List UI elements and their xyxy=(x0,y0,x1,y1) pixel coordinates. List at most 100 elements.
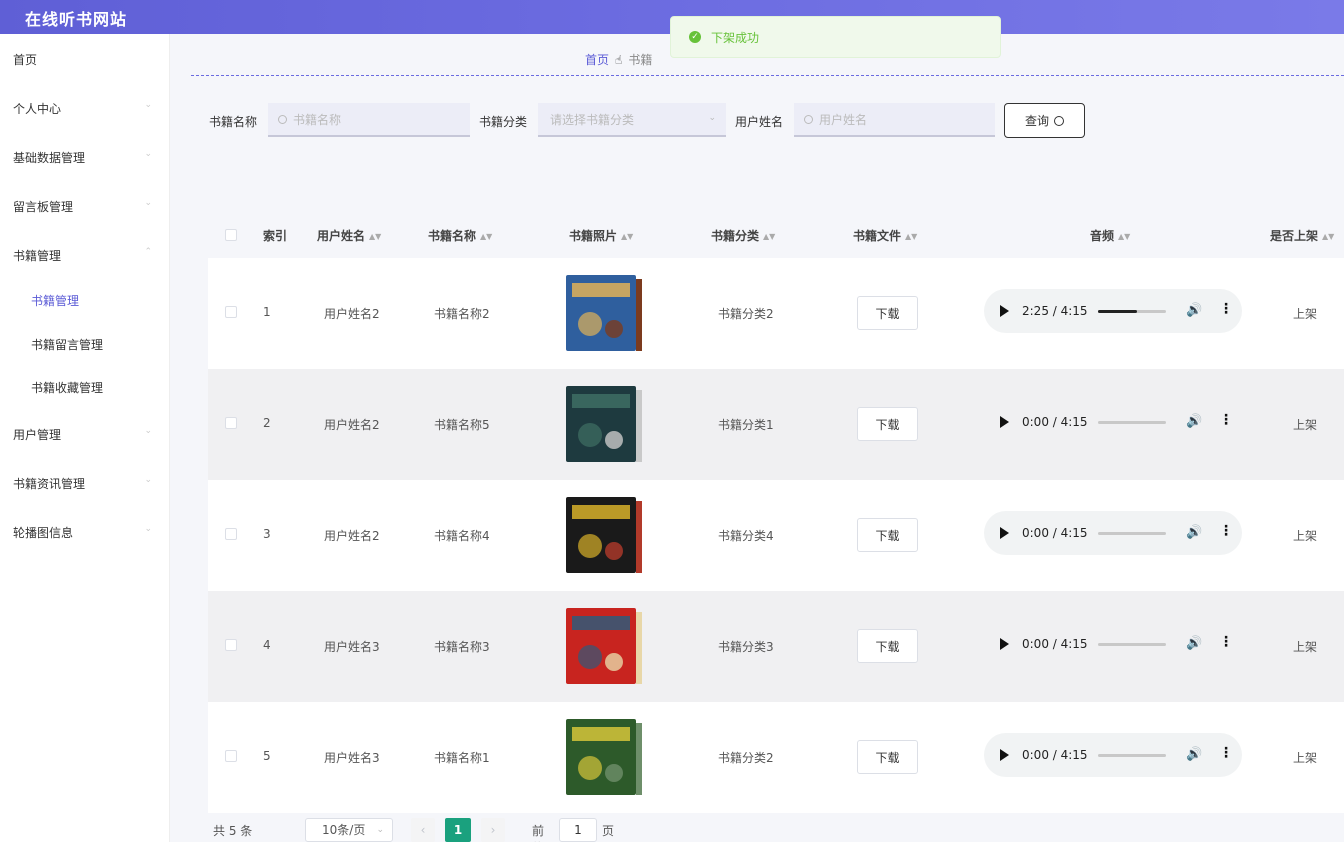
col-audio[interactable]: 音频 ▲▼ xyxy=(1090,227,1130,244)
sort-icon[interactable]: ▲▼ xyxy=(480,232,492,241)
play-icon[interactable] xyxy=(1000,749,1009,761)
sidebar-item-books[interactable]: 书籍管理 ⌃ xyxy=(13,247,158,264)
hand-pointer-icon: ☝ xyxy=(615,52,623,67)
sidebar-item-home[interactable]: 首页 xyxy=(13,51,158,68)
sidebar-item-book-news[interactable]: 书籍资讯管理 ⌄ xyxy=(13,475,158,492)
sidebar-item-label: 书籍管理 xyxy=(13,249,62,263)
play-icon[interactable] xyxy=(1000,638,1009,650)
more-options-icon[interactable]: ⋮ xyxy=(1219,412,1233,428)
sidebar-item-users[interactable]: 用户管理 ⌄ xyxy=(13,426,158,443)
table-row: 1 用户姓名2 书籍名称2 书籍分类2 下载 2:25 / 4:15 🔊 ⋮ 上… xyxy=(208,258,1344,369)
audio-time: 2:25 / 4:15 xyxy=(1022,304,1088,318)
sidebar-item-message-board[interactable]: 留言板管理 ⌄ xyxy=(13,198,158,215)
volume-icon[interactable]: 🔊 xyxy=(1186,414,1202,429)
audio-time: 0:00 / 4:15 xyxy=(1022,415,1088,429)
col-book[interactable]: 书籍名称 ▲▼ xyxy=(428,227,492,244)
page-size-select[interactable]: 10条/页 ⌄ xyxy=(305,818,393,842)
site-title: 在线听书网站 xyxy=(25,10,128,29)
volume-icon[interactable]: 🔊 xyxy=(1186,525,1202,540)
row-checkbox[interactable] xyxy=(225,750,237,762)
audio-progress-track[interactable] xyxy=(1098,532,1166,535)
page-1-button[interactable]: 1 xyxy=(445,818,471,842)
col-file[interactable]: 书籍文件 ▲▼ xyxy=(853,227,917,244)
book-cover-image xyxy=(560,491,646,581)
more-options-icon[interactable]: ⋮ xyxy=(1219,523,1233,539)
sidebar-item-label: 留言板管理 xyxy=(13,200,74,214)
audio-progress-track[interactable] xyxy=(1098,643,1166,646)
user-name-input[interactable]: 用户姓名 xyxy=(794,103,995,137)
row-checkbox[interactable] xyxy=(225,417,237,429)
download-button[interactable]: 下载 xyxy=(857,296,918,330)
play-icon[interactable] xyxy=(1000,527,1009,539)
col-status[interactable]: 是否上架 ▲▼ xyxy=(1270,227,1334,244)
row-user: 用户姓名2 xyxy=(324,529,380,543)
sidebar-subitem-book-manage[interactable]: 书籍管理 xyxy=(31,292,79,309)
goto-page-input[interactable]: 1 xyxy=(559,818,597,842)
prev-page-button[interactable]: ‹ xyxy=(411,818,435,842)
row-user: 用户姓名3 xyxy=(324,751,380,765)
row-checkbox[interactable] xyxy=(225,639,237,651)
sort-icon[interactable]: ▲▼ xyxy=(763,232,775,241)
sort-icon[interactable]: ▲▼ xyxy=(621,232,633,241)
play-icon[interactable] xyxy=(1000,305,1009,317)
audio-player[interactable]: 2:25 / 4:15 🔊 ⋮ xyxy=(984,289,1242,333)
volume-icon[interactable]: 🔊 xyxy=(1186,747,1202,762)
audio-player[interactable]: 0:00 / 4:15 🔊 ⋮ xyxy=(984,622,1242,666)
download-button[interactable]: 下载 xyxy=(857,518,918,552)
check-circle-icon: ✓ xyxy=(689,31,701,43)
chevron-down-icon: ⌄ xyxy=(144,426,152,436)
sidebar-item-carousel[interactable]: 轮播图信息 ⌄ xyxy=(13,524,158,541)
more-options-icon[interactable]: ⋮ xyxy=(1219,301,1233,317)
sidebar-item-label: 轮播图信息 xyxy=(13,526,74,540)
audio-player[interactable]: 0:00 / 4:15 🔊 ⋮ xyxy=(984,400,1242,444)
more-options-icon[interactable]: ⋮ xyxy=(1219,745,1233,761)
sort-icon[interactable]: ▲▼ xyxy=(369,232,381,241)
sidebar-subitem-book-comments[interactable]: 书籍留言管理 xyxy=(31,336,103,353)
more-options-icon[interactable]: ⋮ xyxy=(1219,634,1233,650)
row-checkbox[interactable] xyxy=(225,528,237,540)
book-cover-image xyxy=(560,713,646,803)
row-book: 书籍名称4 xyxy=(434,529,490,543)
col-photo-label: 书籍照片 xyxy=(569,229,618,243)
book-name-placeholder: 书籍名称 xyxy=(293,112,342,127)
success-toast: ✓ 下架成功 xyxy=(670,16,1001,58)
book-cover-art xyxy=(566,608,642,684)
volume-icon[interactable]: 🔊 xyxy=(1186,636,1202,651)
sort-icon[interactable]: ▲▼ xyxy=(1118,232,1130,241)
row-index: 1 xyxy=(263,305,271,319)
sort-icon[interactable]: ▲▼ xyxy=(1322,232,1334,241)
row-checkbox[interactable] xyxy=(225,306,237,318)
chevron-down-icon: ⌄ xyxy=(144,198,152,208)
download-button[interactable]: 下载 xyxy=(857,740,918,774)
audio-player[interactable]: 0:00 / 4:15 🔊 ⋮ xyxy=(984,733,1242,777)
sidebar-item-profile[interactable]: 个人中心 ⌄ xyxy=(13,100,158,117)
download-button[interactable]: 下载 xyxy=(857,629,918,663)
col-user[interactable]: 用户姓名 ▲▼ xyxy=(317,227,381,244)
sidebar-subitem-book-favorites[interactable]: 书籍收藏管理 xyxy=(31,379,103,396)
book-name-input[interactable]: 书籍名称 xyxy=(268,103,470,137)
book-cover-art xyxy=(566,719,642,795)
download-button[interactable]: 下载 xyxy=(857,407,918,441)
audio-progress-track[interactable] xyxy=(1098,310,1166,313)
category-placeholder: 请选择书籍分类 xyxy=(550,112,635,127)
sort-icon[interactable]: ▲▼ xyxy=(905,232,917,241)
audio-time: 0:00 / 4:15 xyxy=(1022,637,1088,651)
audio-progress-track[interactable] xyxy=(1098,754,1166,757)
chevron-down-icon: ⌄ xyxy=(376,825,384,835)
audio-progress-track[interactable] xyxy=(1098,421,1166,424)
query-button[interactable]: 查询 xyxy=(1004,103,1085,138)
breadcrumb: 首页 ☝ 书籍 xyxy=(585,51,652,68)
next-page-button[interactable]: › xyxy=(481,818,505,842)
col-book-label: 书籍名称 xyxy=(428,229,477,243)
col-photo[interactable]: 书籍照片 ▲▼ xyxy=(569,227,633,244)
play-icon[interactable] xyxy=(1000,416,1009,428)
audio-player[interactable]: 0:00 / 4:15 🔊 ⋮ xyxy=(984,511,1242,555)
col-user-label: 用户姓名 xyxy=(317,229,366,243)
col-category[interactable]: 书籍分类 ▲▼ xyxy=(711,227,775,244)
volume-icon[interactable]: 🔊 xyxy=(1186,303,1202,318)
breadcrumb-home[interactable]: 首页 xyxy=(585,51,609,68)
sidebar-item-base-data[interactable]: 基础数据管理 ⌄ xyxy=(13,149,158,166)
select-all-checkbox[interactable] xyxy=(225,229,237,241)
table-row: 5 用户姓名3 书籍名称1 书籍分类2 下载 0:00 / 4:15 🔊 ⋮ 上… xyxy=(208,702,1344,813)
category-select[interactable]: 请选择书籍分类 ⌄ xyxy=(538,103,726,137)
